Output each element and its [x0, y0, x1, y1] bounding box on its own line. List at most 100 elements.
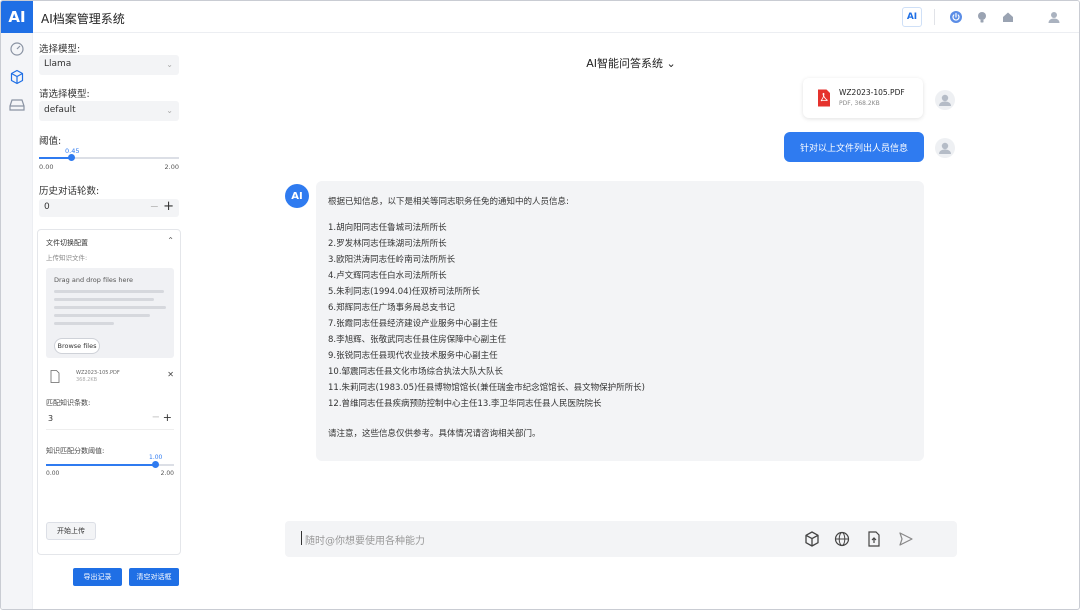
- history-stepper[interactable]: 0 − +: [39, 199, 179, 217]
- similarity-slider[interactable]: 1.00 0.00 2.00: [46, 454, 174, 480]
- user-icon: [939, 94, 951, 106]
- composer-placeholder: 随时@你想要使用各种能力: [305, 536, 425, 547]
- upload-subheader: 上传知识文件:: [46, 254, 88, 262]
- ai-message-line: 请注意，这些信息仅供参考。具体情况请咨询相关部门。: [328, 429, 541, 439]
- decrement-button[interactable]: −: [152, 412, 160, 423]
- match-count-value: 3: [48, 414, 54, 423]
- slider-max: 2.00: [160, 470, 174, 477]
- file-message-name: WZ2023-105.PDF: [839, 88, 905, 97]
- chat-title-text: AI智能问答系统: [586, 57, 664, 70]
- ai-message-line: 7.张霞同志任县经济建设产业服务中心副主任: [328, 319, 498, 329]
- dropzone-hint: [54, 322, 114, 325]
- ai-badge-button[interactable]: AI: [902, 7, 922, 27]
- slider-thumb[interactable]: [68, 154, 75, 161]
- file-message[interactable]: WZ2023-105.PDF PDF, 368.2KB: [803, 78, 923, 118]
- submodel-select-value: default: [44, 105, 76, 115]
- match-count-stepper[interactable]: 3 − +: [46, 411, 174, 428]
- ai-message: 根据已知信息，以下是相关等同志职务任免的通知中的人员信息: 1.胡向阳同志任鲁城…: [316, 181, 924, 461]
- file-message-size: PDF, 368.2KB: [839, 100, 880, 107]
- user-avatar: [935, 90, 955, 110]
- user-icon: [939, 142, 951, 154]
- uploaded-file-row: WZ2023-105.PDF 368.2KB ✕: [46, 368, 174, 390]
- slider-value: 0.45: [65, 147, 80, 155]
- dropzone-hint: [54, 306, 166, 309]
- dropzone-title: Drag and drop files here: [54, 276, 133, 284]
- browse-files-button[interactable]: Browse files: [54, 338, 100, 354]
- remove-file-icon[interactable]: ✕: [167, 370, 174, 379]
- dropzone-hint: [54, 314, 150, 317]
- model-select-value: Llama: [44, 59, 72, 69]
- ai-message-line: 3.欧阳洪涛同志任岭南司法所所长: [328, 255, 456, 265]
- side-rail: [1, 33, 33, 609]
- uploaded-file-size: 368.2KB: [76, 377, 98, 383]
- ai-message-line: 11.朱莉同志(1983.05)任县博物馆馆长(兼任瑞金市纪念馆馆长、县文物保护…: [328, 383, 645, 393]
- slider-fill: [46, 464, 155, 466]
- dashboard-icon[interactable]: [9, 41, 25, 57]
- model-select[interactable]: Llama ⌄: [39, 55, 179, 75]
- submodel-label: 请选择模型:: [39, 89, 90, 100]
- divider: [46, 429, 174, 430]
- chat-area: AI智能问答系统 ⌄ WZ2023-105.PDF PDF, 368.2KB 针…: [183, 33, 1079, 609]
- pdf-file-icon: [818, 89, 830, 107]
- ai-message-line: 4.卢文辉同志任白水司法所所长: [328, 271, 447, 281]
- ai-message-line: 9.张锐同志任县现代农业技术服务中心副主任: [328, 351, 498, 361]
- cube-icon[interactable]: [9, 69, 25, 85]
- ai-message-line: 10.邹震同志任县文化市场综合执法大队大队长: [328, 367, 504, 377]
- send-icon[interactable]: [897, 530, 915, 548]
- lightbulb-icon[interactable]: [975, 10, 989, 24]
- uploaded-file-name: WZ2023-105.PDF: [76, 370, 120, 376]
- ai-avatar: AI: [285, 184, 309, 208]
- home-icon[interactable]: [1001, 10, 1015, 24]
- file-icon: [50, 370, 60, 383]
- cube-icon[interactable]: [803, 530, 821, 548]
- model-label: 选择模型:: [39, 44, 81, 55]
- dropzone-hint: [54, 298, 154, 301]
- similarity-label: 知识匹配分数阈值:: [46, 447, 105, 455]
- slider-min: 0.00: [46, 470, 60, 477]
- slider-fill: [39, 157, 71, 159]
- message-composer[interactable]: 随时@你想要使用各种能力: [285, 521, 957, 557]
- ai-message-line: 5.朱利同志(1994.04)任双桥司法所所长: [328, 287, 480, 297]
- top-bar: AI AI档案管理系统 AI: [1, 1, 1079, 33]
- user-avatar: [935, 138, 955, 158]
- export-button[interactable]: 导出记录: [73, 568, 122, 586]
- globe-icon[interactable]: [833, 530, 851, 548]
- drive-icon[interactable]: [9, 97, 25, 113]
- increment-button[interactable]: +: [163, 411, 172, 424]
- chevron-down-icon: ⌄: [166, 60, 173, 69]
- top-right-actions: AI: [902, 7, 1061, 27]
- decrement-button[interactable]: −: [150, 200, 159, 213]
- start-upload-button[interactable]: 开始上传: [46, 522, 96, 540]
- app-window: AI AI档案管理系统 AI 选择模型: Llama ⌄ 请选择模型: defa…: [0, 0, 1080, 610]
- history-label: 历史对话轮数:: [39, 186, 100, 197]
- user-icon[interactable]: [1047, 10, 1061, 24]
- ai-message-line: 2.罗发林同志任珠湖司法所所长: [328, 239, 447, 249]
- history-value: 0: [44, 202, 50, 212]
- threshold-slider[interactable]: 0.45 0.00 2.00: [39, 147, 179, 173]
- clear-chat-button[interactable]: 清空对话框: [129, 568, 179, 586]
- upload-file-icon[interactable]: [865, 530, 883, 548]
- slider-max: 2.00: [164, 163, 179, 171]
- increment-button[interactable]: +: [163, 199, 174, 214]
- ai-message-line: 6.郑辉同志任广场事务局总支书记: [328, 303, 456, 313]
- power-icon[interactable]: [949, 10, 963, 24]
- app-title: AI档案管理系统: [41, 12, 125, 26]
- slider-value: 1.00: [149, 454, 163, 461]
- chevron-down-icon: ⌄: [666, 57, 676, 70]
- chat-title[interactable]: AI智能问答系统 ⌄: [183, 55, 1079, 71]
- file-dropzone[interactable]: Drag and drop files here Browse files: [46, 268, 174, 358]
- match-count-label: 匹配知识条数:: [46, 399, 91, 407]
- ai-message-line: 1.胡向阳同志任鲁城司法所所长: [328, 223, 447, 233]
- slider-min: 0.00: [39, 163, 54, 171]
- app-logo: AI: [1, 1, 33, 33]
- submodel-select[interactable]: default ⌄: [39, 101, 179, 121]
- slider-thumb[interactable]: [152, 461, 159, 468]
- chevron-up-icon[interactable]: ⌃: [167, 236, 174, 245]
- ai-message-line: 12.曾维同志任县疾病预防控制中心主任13.李卫华同志任县人民医院院长: [328, 399, 602, 409]
- ai-message-line: 8.李旭辉、张敬武同志任县住房保障中心副主任: [328, 335, 507, 345]
- upload-card: 文件切换配置 ⌃ 上传知识文件: Drag and drop files her…: [37, 229, 181, 555]
- chevron-down-icon: ⌄: [166, 106, 173, 115]
- ai-message-line: 根据已知信息，以下是相关等同志职务任免的通知中的人员信息:: [328, 197, 569, 207]
- text-caret: [301, 531, 302, 545]
- divider: [934, 9, 935, 25]
